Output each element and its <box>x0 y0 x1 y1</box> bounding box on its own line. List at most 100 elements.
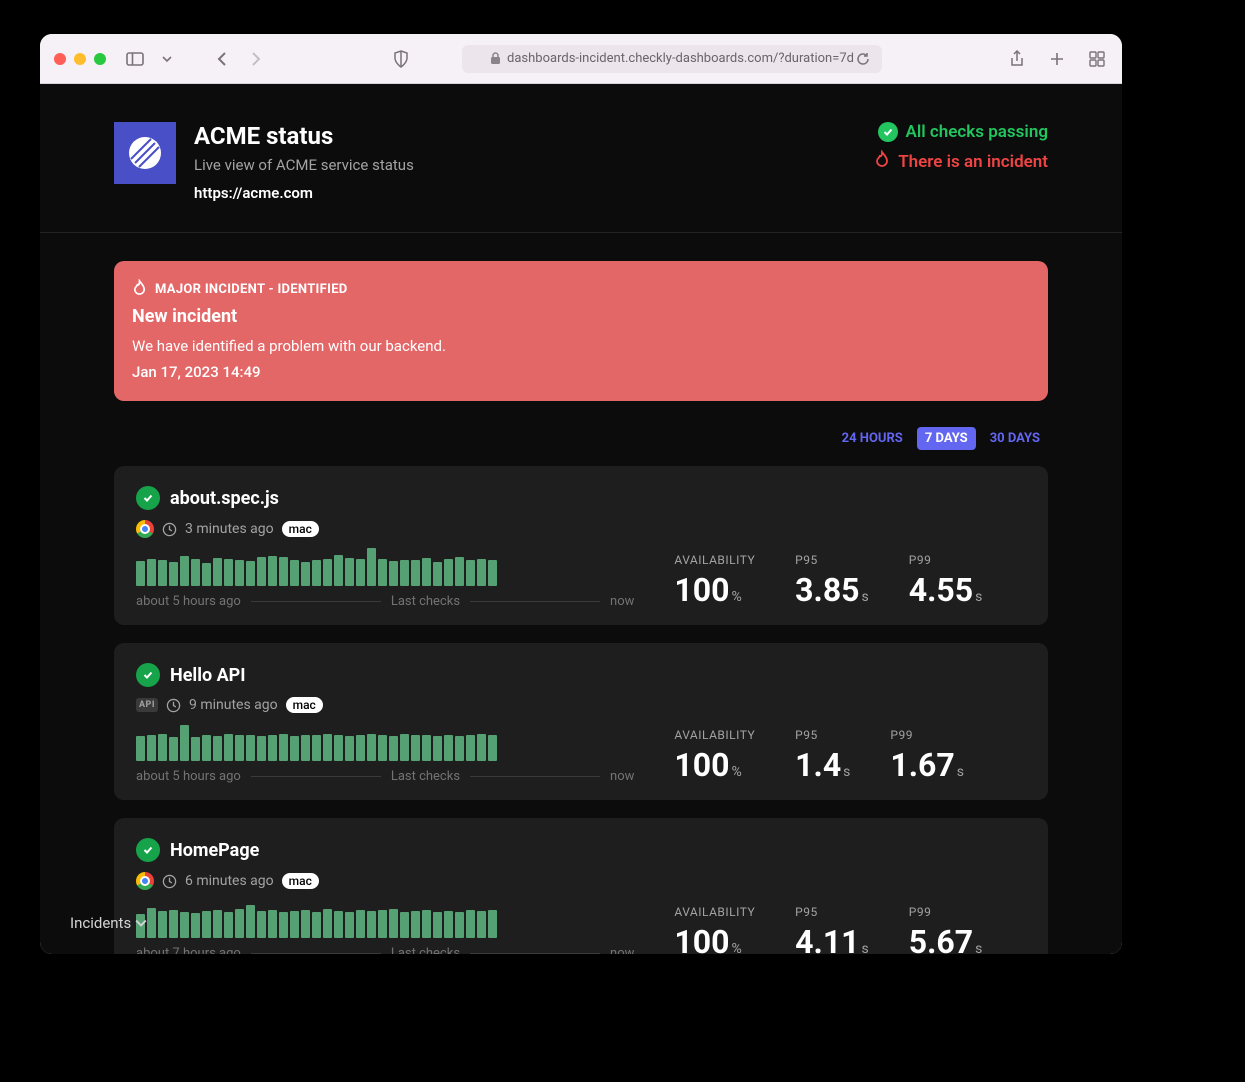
window-controls <box>54 53 106 65</box>
brand-logo <box>114 122 176 184</box>
check-bar <box>422 558 431 586</box>
url-bar[interactable]: dashboards-incident.checkly-dashboards.c… <box>462 45 882 73</box>
axis-end: now <box>610 946 634 954</box>
fullscreen-window-button[interactable] <box>94 53 106 65</box>
check-bar <box>312 735 321 761</box>
lock-icon <box>490 52 501 65</box>
metric-label: P99 <box>909 905 983 919</box>
check-status-badge <box>136 663 160 687</box>
check-card: HomePage 6 minutes ago mac about 7 hours… <box>114 818 1048 954</box>
check-bar <box>213 558 222 586</box>
check-bar <box>235 909 244 938</box>
check-bar <box>224 734 233 761</box>
check-bar <box>301 910 310 938</box>
check-bar <box>378 559 387 586</box>
minimize-window-button[interactable] <box>74 53 86 65</box>
clock-icon <box>162 874 177 889</box>
page-subtitle: Live view of ACME service status <box>194 156 414 174</box>
incidents-floating-label[interactable]: Incidents <box>70 914 147 932</box>
check-bar <box>290 911 299 938</box>
check-bar <box>367 734 376 761</box>
check-bar <box>180 556 189 586</box>
check-bar <box>477 559 486 586</box>
api-badge-icon: API <box>136 698 158 712</box>
check-bar <box>345 736 354 761</box>
check-bar <box>455 557 464 586</box>
check-bar <box>455 736 464 761</box>
check-bar <box>411 560 420 586</box>
check-bar <box>411 911 420 938</box>
metric-p95: P95 4.11s <box>795 905 869 954</box>
reload-button[interactable] <box>852 48 874 70</box>
tabs-overview-icon[interactable] <box>1086 48 1108 70</box>
axis-mid: Last checks <box>391 769 460 784</box>
chevron-down-icon[interactable] <box>156 48 178 70</box>
metric-label: P95 <box>795 905 869 919</box>
check-history-chart <box>136 719 634 761</box>
incident-banner: MAJOR INCIDENT - IDENTIFIED New incident… <box>114 261 1048 401</box>
check-bar <box>488 910 497 938</box>
axis-end: now <box>610 769 634 784</box>
check-bar <box>389 561 398 586</box>
duration-option[interactable]: 30 DAYS <box>982 427 1048 450</box>
close-window-button[interactable] <box>54 53 66 65</box>
check-name[interactable]: Hello API <box>170 665 246 686</box>
sidebar-toggle-icon[interactable] <box>124 48 146 70</box>
check-bar <box>367 911 376 938</box>
check-bar <box>224 559 233 586</box>
back-button[interactable] <box>212 48 234 70</box>
metric-availability: AVAILABILITY 100% <box>674 728 755 784</box>
check-bar <box>400 912 409 938</box>
browser-chrome: dashboards-incident.checkly-dashboards.c… <box>40 34 1122 84</box>
check-bar <box>268 910 277 938</box>
check-bar <box>235 735 244 761</box>
check-bar <box>279 734 288 761</box>
metric-label: AVAILABILITY <box>674 905 755 919</box>
check-bar <box>202 735 211 761</box>
share-icon[interactable] <box>1006 48 1028 70</box>
check-bar <box>312 912 321 938</box>
check-bar <box>323 909 332 938</box>
duration-option[interactable]: 7 DAYS <box>917 427 976 450</box>
forward-button[interactable] <box>244 48 266 70</box>
axis-end: now <box>610 594 634 609</box>
check-bar <box>279 557 288 586</box>
new-tab-button[interactable] <box>1046 48 1068 70</box>
check-bar <box>147 735 156 761</box>
metric-value: 5.67s <box>909 923 983 954</box>
status-passing: All checks passing <box>874 122 1048 142</box>
check-bar <box>488 735 497 761</box>
check-bar <box>246 561 255 586</box>
shield-icon[interactable] <box>390 48 412 70</box>
browser-actions <box>1006 48 1108 70</box>
check-bar <box>356 735 365 761</box>
check-bar <box>389 909 398 938</box>
check-bar <box>136 561 145 586</box>
check-bar <box>334 735 343 761</box>
status-incident: There is an incident <box>874 150 1048 173</box>
check-name[interactable]: about.spec.js <box>170 488 279 509</box>
check-card: about.spec.js 3 minutes ago mac about 5 … <box>114 466 1048 625</box>
axis-start: about 5 hours ago <box>136 594 241 609</box>
site-link[interactable]: https://acme.com <box>194 184 414 202</box>
check-bar <box>235 560 244 586</box>
check-bar <box>202 563 211 586</box>
check-bar <box>180 725 189 761</box>
check-bar <box>411 735 420 761</box>
clock-icon <box>166 698 181 713</box>
check-bar <box>356 559 365 586</box>
metric-value: 3.85s <box>795 571 869 609</box>
metric-value: 100% <box>674 571 755 609</box>
check-bar <box>169 910 178 938</box>
check-bar <box>433 736 442 761</box>
check-bar <box>444 735 453 761</box>
check-bar <box>367 548 376 586</box>
check-bar <box>213 910 222 938</box>
check-name[interactable]: HomePage <box>170 840 259 861</box>
metric-label: P95 <box>795 553 869 567</box>
check-bar <box>466 560 475 586</box>
duration-option[interactable]: 24 HOURS <box>834 427 911 450</box>
check-bar <box>169 562 178 586</box>
axis-mid: Last checks <box>391 946 460 954</box>
check-bar <box>433 912 442 938</box>
